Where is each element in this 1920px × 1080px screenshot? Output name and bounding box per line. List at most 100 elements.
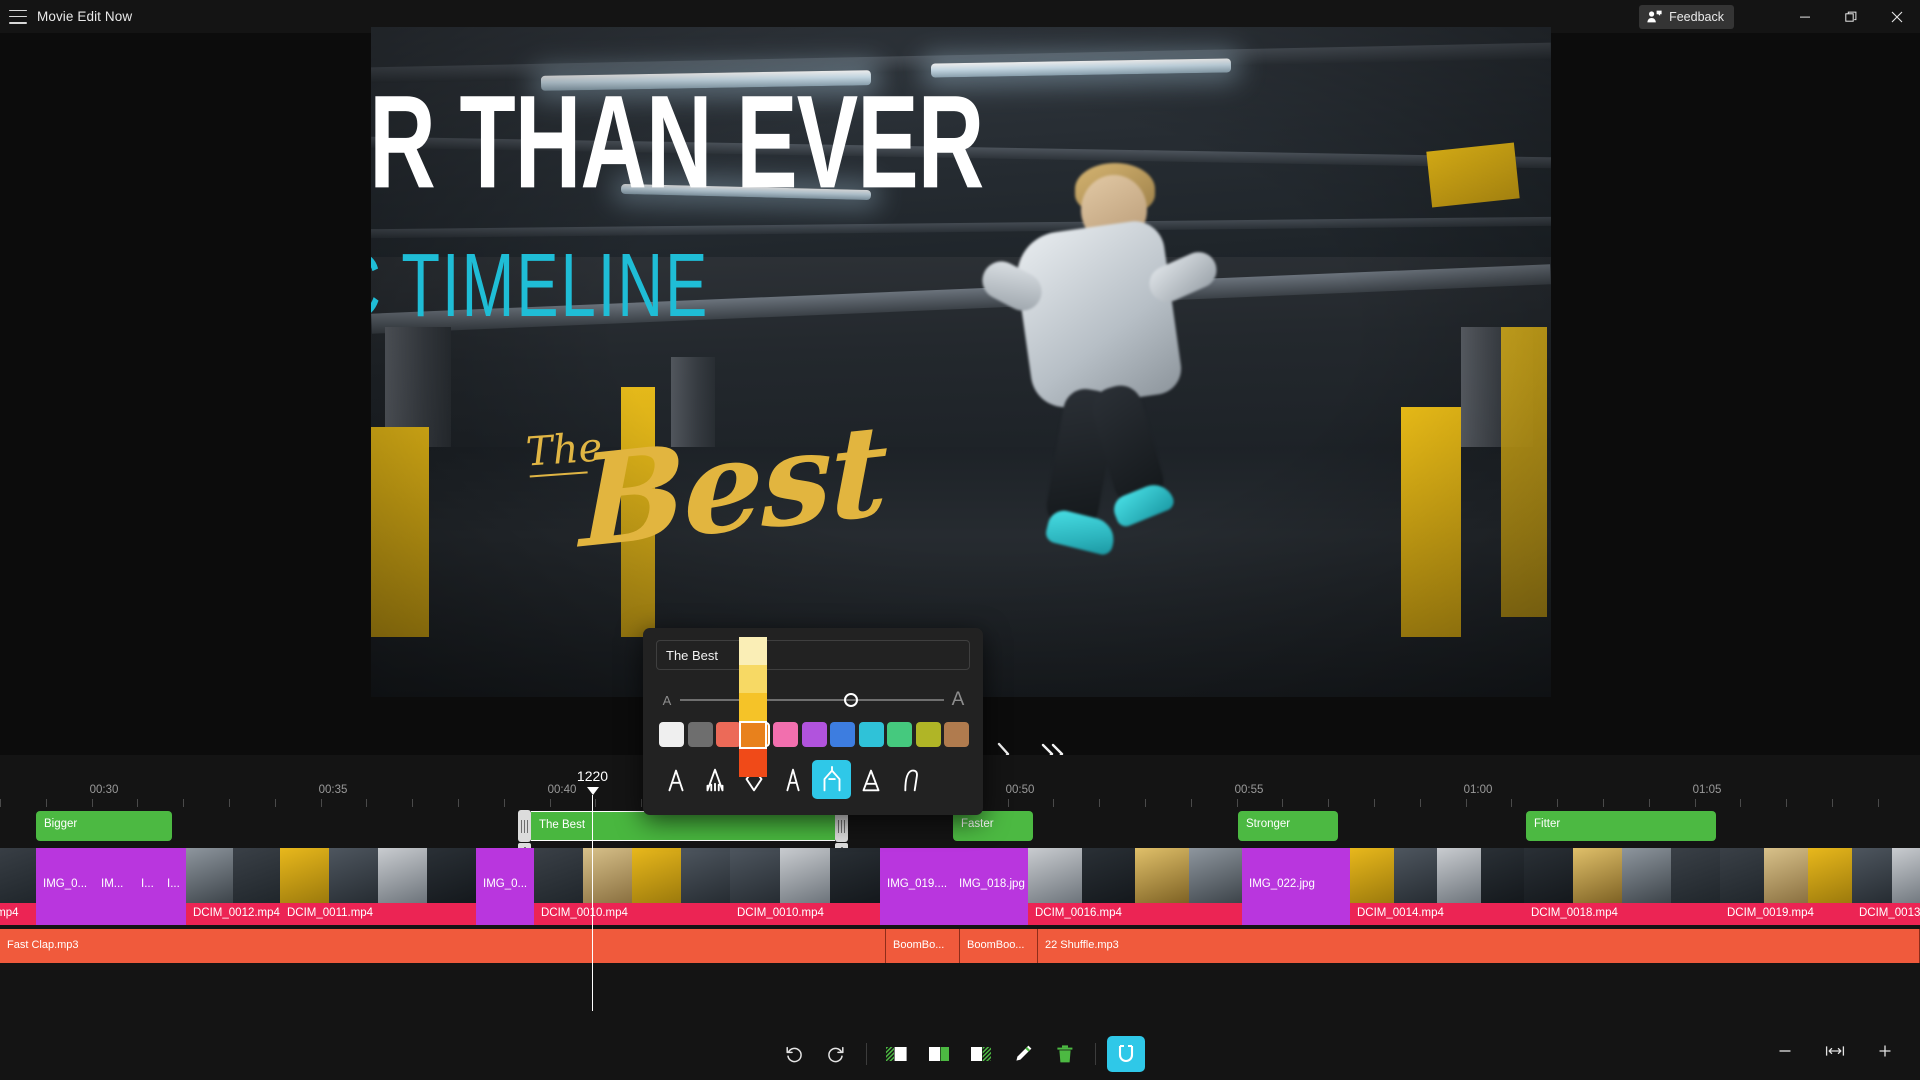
color-swatch-white[interactable]: [659, 722, 684, 747]
playhead[interactable]: 1220: [577, 768, 608, 1011]
audio-clip[interactable]: Fast Clap.mp3: [0, 929, 886, 963]
color-swatch-brown[interactable]: [944, 722, 969, 747]
color-shade-light-gold[interactable]: [739, 665, 767, 693]
ruler-tick: [1191, 799, 1192, 807]
clip-trim-handle-left[interactable]: [518, 810, 531, 842]
magnet-snap-button[interactable]: [1107, 1036, 1145, 1072]
video-clip[interactable]: DCIM_0010.mp4: [730, 848, 880, 925]
ruler-tick: [1099, 799, 1100, 807]
video-clip[interactable]: DCIM_0019.mp4: [1720, 848, 1852, 925]
clip-thumbnail: [1671, 848, 1720, 903]
color-swatch-cyan[interactable]: [858, 722, 884, 747]
plus-icon: [1879, 1045, 1891, 1057]
video-clip[interactable]: DCIM_0010.mp4: [534, 848, 730, 925]
audio-clip[interactable]: 22 Shuffle.mp3: [1038, 929, 1920, 963]
image-clip[interactable]: IMG_018.jpg: [952, 848, 1028, 925]
font-style-6-button[interactable]: [851, 760, 890, 799]
clip-thumbnail: [1350, 848, 1394, 903]
ruler-time-label: 00:50: [1005, 784, 1035, 796]
delete-button[interactable]: [1046, 1036, 1084, 1072]
video-clip[interactable]: DCIM_0018.mp4: [1524, 848, 1720, 925]
color-shade-orange[interactable]: [739, 721, 767, 749]
text-clip[interactable]: Bigger: [36, 811, 172, 841]
color-shade-red-orange[interactable]: [739, 749, 767, 777]
redo-button[interactable]: [817, 1036, 855, 1072]
zoom-in-button[interactable]: [1870, 1036, 1900, 1066]
ruler-tick: [1740, 799, 1741, 807]
minimize-button[interactable]: [1782, 0, 1828, 33]
video-clip[interactable]: DCIM_0011.mp4: [280, 848, 476, 925]
video-clip[interactable]: .mp4: [0, 848, 36, 925]
hamburger-menu-icon[interactable]: [9, 9, 27, 24]
font-style-5-button[interactable]: [812, 760, 851, 799]
text-content-input[interactable]: [656, 640, 970, 670]
clip-thumbnail: [1524, 848, 1573, 903]
split-button[interactable]: [920, 1036, 958, 1072]
audio-clip[interactable]: BoomBo...: [886, 929, 960, 963]
font-style-6-icon: [862, 769, 879, 791]
feedback-person-icon: [1647, 10, 1662, 23]
video-clip[interactable]: DCIM_0014.mp4: [1350, 848, 1524, 925]
text-clip[interactable]: The Best: [531, 811, 835, 841]
clip-filename-label: IMG_019....: [880, 848, 952, 925]
close-button[interactable]: [1874, 0, 1920, 33]
trim-right-button[interactable]: [962, 1036, 1000, 1072]
ruler-time-label: 01:00: [1463, 784, 1493, 796]
video-clip[interactable]: DCIM_0013.m: [1852, 848, 1920, 925]
color-shade-gold[interactable]: [739, 693, 767, 721]
minus-icon: [1779, 1050, 1791, 1052]
video-clip[interactable]: DCIM_0012.mp4: [186, 848, 280, 925]
image-clip[interactable]: I...: [160, 848, 186, 925]
text-edit-popup: A A: [643, 628, 983, 815]
trim-left-icon: [886, 1047, 907, 1061]
color-swatch-gray[interactable]: [687, 722, 713, 747]
font-style-2-button[interactable]: [695, 760, 734, 799]
image-clip[interactable]: IMG_019....: [880, 848, 952, 925]
pencil-icon: [1016, 1045, 1032, 1061]
zoom-out-button[interactable]: [1770, 1036, 1800, 1066]
ruler-tick: [1328, 799, 1329, 807]
video-preview-canvas[interactable]: FASTER THAN EVER DYNAMIC TIMELINE The Be…: [371, 27, 1551, 697]
color-swatch-purple[interactable]: [801, 722, 827, 747]
audio-track: Fast Clap.mp3 BoomBo... BoomBoo... 22 Shuff…: [0, 929, 1920, 963]
color-swatch-olive[interactable]: [915, 722, 941, 747]
ruler-time-label: 00:55: [1234, 784, 1264, 796]
image-clip[interactable]: IMG_0...: [36, 848, 94, 925]
text-clip[interactable]: Faster: [953, 811, 1033, 841]
trim-left-button[interactable]: [878, 1036, 916, 1072]
audio-clip[interactable]: BoomBoo...: [960, 929, 1038, 963]
text-clip[interactable]: Stronger: [1238, 811, 1338, 841]
font-size-slider-track[interactable]: [680, 692, 944, 707]
color-swatch-green[interactable]: [887, 722, 912, 747]
fit-to-width-button[interactable]: [1820, 1036, 1850, 1066]
font-style-7-button[interactable]: [890, 760, 929, 799]
color-swatch-pink[interactable]: [773, 722, 798, 747]
ruler-tick: [137, 799, 138, 807]
clip-thumbnail: [780, 848, 830, 903]
restore-button[interactable]: [1828, 0, 1874, 33]
font-style-1-button[interactable]: [656, 760, 695, 799]
image-clip[interactable]: IM...: [94, 848, 134, 925]
font-size-slider-row: A A: [658, 688, 968, 712]
image-clip[interactable]: IMG_022.jpg: [1242, 848, 1350, 925]
video-clip[interactable]: DCIM_0016.mp4: [1028, 848, 1242, 925]
undo-button[interactable]: [775, 1036, 813, 1072]
image-clip[interactable]: IMG_0...: [476, 848, 534, 925]
clip-filename-label: DCIM_0013.m: [1852, 903, 1920, 925]
bottom-toolbar: [0, 1028, 1920, 1080]
ruler-tick: [46, 799, 47, 807]
font-style-4-button[interactable]: [773, 760, 812, 799]
color-swatch-blue[interactable]: [830, 722, 855, 747]
feedback-button[interactable]: Feedback: [1639, 4, 1734, 29]
edit-button[interactable]: [1004, 1036, 1042, 1072]
font-size-slider-knob[interactable]: [843, 692, 858, 707]
ruler-tick: [1374, 799, 1375, 807]
ruler-tick: [275, 799, 276, 807]
clip-thumbnail-strip: [1350, 848, 1524, 903]
color-shade-cream[interactable]: [739, 637, 767, 665]
color-swatch-coral[interactable]: [716, 722, 741, 747]
font-style-5-icon: [823, 765, 840, 791]
text-clip[interactable]: Fitter: [1526, 811, 1716, 841]
font-size-large-label: A: [951, 689, 965, 710]
image-clip[interactable]: I...: [134, 848, 160, 925]
